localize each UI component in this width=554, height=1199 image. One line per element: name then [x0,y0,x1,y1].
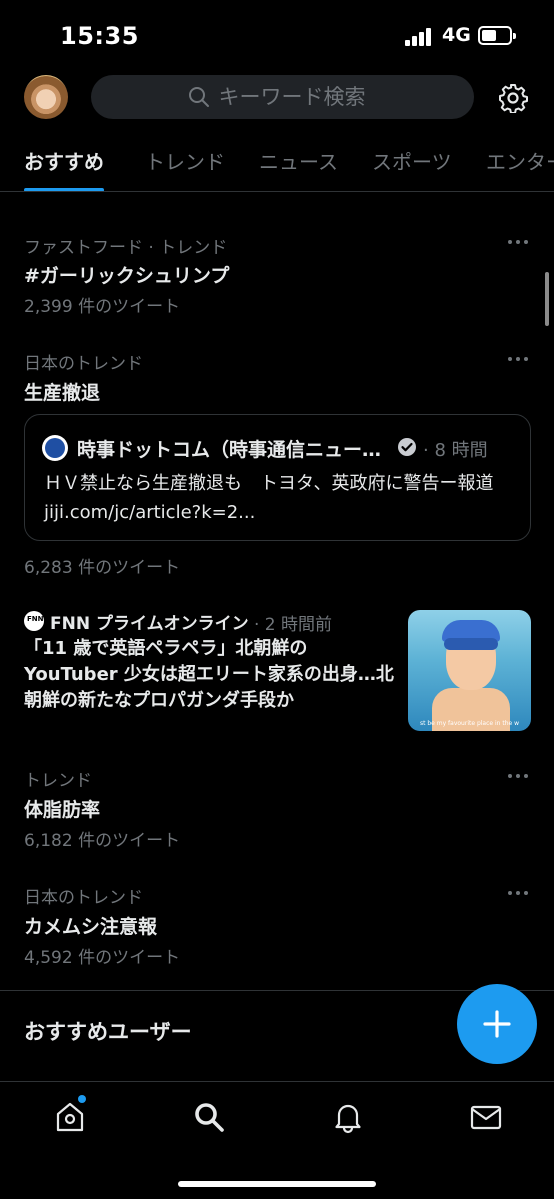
story-source: FNN プライムオンライン [50,614,249,634]
tab-sports[interactable]: スポーツ [372,146,452,175]
more-icon[interactable] [508,891,530,897]
trend-count: 4,592 件のツイート [24,948,181,968]
story-thumbnail[interactable]: st be my favourite place in the w [408,610,531,731]
tab-trends[interactable]: トレンド [145,146,225,175]
scrollbar[interactable] [545,272,549,326]
news-time: · 8 時間 [423,440,488,461]
trend-count: 6,283 件のツイート [24,558,181,578]
explore-tabs: おすすめ トレンド ニュース スポーツ エンター [0,140,554,192]
network-type: 4G [442,24,471,46]
trend-count: 6,182 件のツイート [24,831,181,851]
plus-icon [483,1010,511,1038]
suggested-users-title: おすすめユーザー [24,1020,192,1044]
trend-meta: 日本のトレンド [24,354,143,374]
search-icon [188,87,209,107]
news-card[interactable]: 時事ドットコム（時事通信ニュー… · 8 時間 ＨＶ禁止なら生産撤退も トヨタ、… [24,414,531,541]
mail-icon[interactable] [469,1100,503,1134]
more-icon[interactable] [508,240,530,246]
tab-indicator [24,188,104,191]
avatar[interactable] [24,75,68,119]
notification-dot [78,1095,86,1103]
tab-recommended[interactable]: おすすめ [24,146,104,175]
trend-count: 2,399 件のツイート [24,297,181,317]
home-icon[interactable] [53,1100,87,1134]
battery-icon [478,26,516,45]
compose-button[interactable] [457,984,537,1064]
trend-meta: トレンド [24,771,92,791]
status-time: 15:35 [60,22,139,50]
story-title: 「11 歳で英語ペラペラ」北朝鮮の YouTuber 少女は超エリート家系の出身… [24,638,394,711]
more-icon[interactable] [508,357,530,363]
thumbnail-caption: st be my favourite place in the w [419,720,520,727]
trend-meta: ファストフード · トレンド [24,238,228,258]
more-icon[interactable] [508,774,530,780]
tab-news[interactable]: ニュース [259,146,338,175]
search-icon[interactable] [192,1100,226,1134]
trend-title: 体脂肪率 [24,799,101,821]
search-input[interactable] [218,85,379,109]
news-body: ＨＶ禁止なら生産撤退も トヨタ、英政府に警告ー報道 jiji.com/jc/ar… [44,473,494,523]
tab-entertainment[interactable]: エンター [486,146,554,175]
trend-meta: 日本のトレンド [24,888,143,908]
news-source: 時事ドットコム（時事通信ニュー… [77,439,382,461]
fnn-logo-icon [24,611,44,631]
trend-title: #ガーリックシュリンプ [24,265,230,287]
gear-icon[interactable] [498,83,528,113]
status-bar: 15:35 4G [0,0,554,70]
trend-title: 生産撤退 [24,382,101,404]
home-indicator [178,1181,376,1187]
trend-title: カメムシ注意報 [24,916,158,938]
section-divider [0,990,554,991]
signal-icon [405,28,435,46]
bell-icon[interactable] [331,1100,365,1134]
search-bar[interactable] [91,75,474,119]
story-time: · 2 時間前 [254,615,333,635]
jiji-logo-icon [42,435,68,461]
verified-icon [398,438,416,456]
